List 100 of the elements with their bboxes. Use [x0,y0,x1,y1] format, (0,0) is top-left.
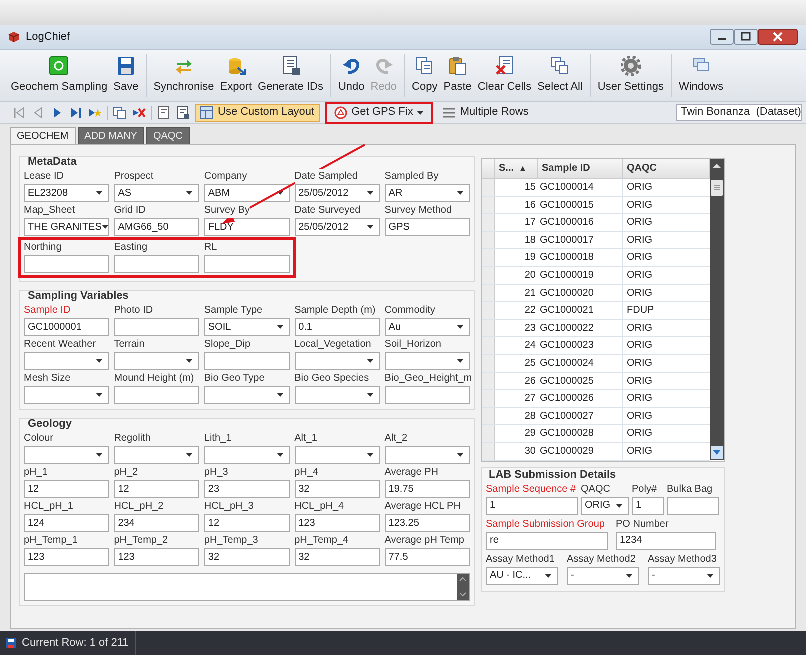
text-field[interactable] [24,255,110,273]
text-field[interactable] [114,386,200,404]
text-field[interactable]: FLDY [204,218,290,236]
dropdown[interactable] [204,446,290,464]
ribbon-button[interactable]: Save [110,50,142,101]
nav-button[interactable] [69,106,83,120]
ribbon-button[interactable]: Synchronise [150,50,218,101]
dropdown[interactable] [204,386,290,404]
text-field[interactable]: 0.1 [294,318,380,336]
text-field[interactable]: 12 [24,480,110,498]
text-field[interactable]: re [486,532,608,550]
text-field[interactable] [114,318,200,336]
ribbon-button[interactable]: User Settings [594,50,667,101]
dropdown[interactable]: - [567,566,639,584]
multiple-rows-button[interactable]: Multiple Rows [438,104,533,122]
ribbon-button[interactable]: Geochem Sampling [8,50,111,101]
dropdown[interactable] [24,446,110,464]
row-header[interactable] [482,442,495,460]
toolbar-button[interactable] [113,106,127,120]
text-field[interactable]: 123.25 [384,514,470,532]
ribbon-button[interactable]: Windows [676,50,727,101]
text-field[interactable]: 23 [204,480,290,498]
row-header[interactable] [482,390,495,407]
text-field[interactable]: 12 [114,480,200,498]
row-header[interactable] [482,179,495,196]
row-header[interactable] [482,196,495,214]
dropdown[interactable]: ABM [204,184,290,202]
dropdown[interactable] [294,446,380,464]
dropdown[interactable]: THE GRANITES [24,218,110,236]
dropdown[interactable] [294,386,380,404]
text-field[interactable]: GC1000001 [24,318,110,336]
text-field[interactable]: 1234 [616,532,716,550]
text-field[interactable]: 32 [204,548,290,566]
text-field[interactable]: GPS [384,218,470,236]
dropdown[interactable] [24,352,110,370]
row-header[interactable] [482,337,495,354]
row-header[interactable] [482,372,495,390]
row-header[interactable] [482,232,495,248]
tab[interactable]: GEOCHEM [10,127,76,144]
dropdown[interactable]: AS [114,184,200,202]
text-field[interactable]: 1 [632,496,664,514]
text-field[interactable]: 234 [114,514,200,532]
text-field[interactable]: 123 [24,548,110,566]
tab[interactable]: ADD MANY [78,127,144,144]
gps-fix-dropdown-button[interactable]: Get GPS Fix [330,104,428,120]
toolbar-button[interactable] [176,106,190,120]
text-field[interactable] [204,352,290,370]
ribbon-button[interactable]: Clear Cells [474,50,535,101]
ribbon-button[interactable]: Copy [409,50,441,101]
dropdown[interactable] [384,446,470,464]
dropdown[interactable]: AU - IC... [486,566,558,584]
row-header[interactable] [482,284,495,302]
dropdown[interactable] [114,446,200,464]
text-field[interactable] [114,255,200,273]
nav-button[interactable] [12,106,26,120]
tab[interactable]: QAQC [146,127,190,144]
column-header[interactable]: S... ▲ [495,159,538,178]
text-field[interactable]: 123 [294,514,380,532]
toolbar-button[interactable] [132,106,146,120]
row-header[interactable] [482,302,495,319]
text-field[interactable]: 1 [486,496,578,514]
text-field[interactable]: 19.75 [384,480,470,498]
dropdown[interactable]: SOIL [204,318,290,336]
dropdown[interactable] [114,352,200,370]
dropdown[interactable]: Au [384,318,470,336]
sort-arrow[interactable]: ▲ [519,162,527,174]
text-field[interactable]: AMG66_50 [114,218,200,236]
text-field[interactable] [204,255,290,273]
dropdown[interactable]: AR [384,184,470,202]
dropdown[interactable] [24,386,110,404]
dropdown[interactable]: ORIG [581,496,629,514]
row-header[interactable] [482,354,495,372]
text-field[interactable]: 32 [294,548,380,566]
column-header[interactable]: Sample ID [538,159,623,178]
text-field[interactable]: 123 [114,548,200,566]
custom-layout-toggle[interactable]: Use Custom Layout [195,104,320,122]
toolbar-button[interactable] [157,106,171,120]
notes-field[interactable] [24,573,470,601]
dataset-dropdown[interactable]: Twin Bonanza (Dataset) [676,104,802,121]
ribbon-button[interactable]: Paste [440,50,475,101]
dropdown[interactable]: - [648,566,720,584]
dropdown[interactable]: EL23208 [24,184,110,202]
row-header[interactable] [482,425,495,442]
row-header[interactable] [482,266,495,284]
dropdown[interactable] [384,352,470,370]
dropdown[interactable]: 25/05/2012 [294,218,380,236]
text-field[interactable]: 77.5 [384,548,470,566]
row-header[interactable] [482,320,495,336]
ribbon-button[interactable]: Select All [534,50,586,101]
row-header[interactable] [482,408,495,424]
text-field[interactable]: 12 [204,514,290,532]
dropdown[interactable] [294,352,380,370]
dropdown[interactable]: 25/05/2012 [294,184,380,202]
row-header[interactable] [482,249,495,266]
ribbon-button[interactable]: Generate IDs [255,50,326,101]
text-field[interactable]: 124 [24,514,110,532]
row-header[interactable] [482,214,495,231]
text-field[interactable]: 32 [294,480,380,498]
ribbon-button[interactable]: Export [217,50,256,101]
text-field[interactable] [667,496,719,514]
